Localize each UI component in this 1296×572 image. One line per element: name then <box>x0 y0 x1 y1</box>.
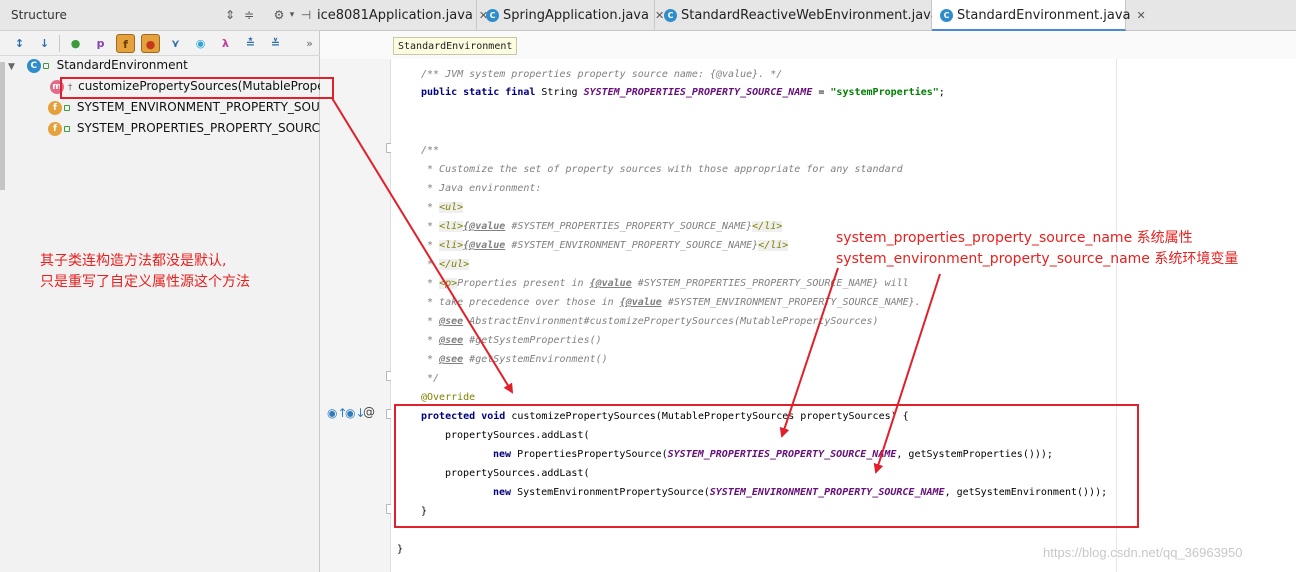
annotation-arrows <box>331 97 941 474</box>
arrow-to-environment <box>873 273 941 474</box>
watermark: https://blog.csdn.net/qq_36963950 <box>1043 545 1243 560</box>
arrow-to-properties <box>779 267 839 438</box>
arrow-to-method <box>331 97 514 394</box>
